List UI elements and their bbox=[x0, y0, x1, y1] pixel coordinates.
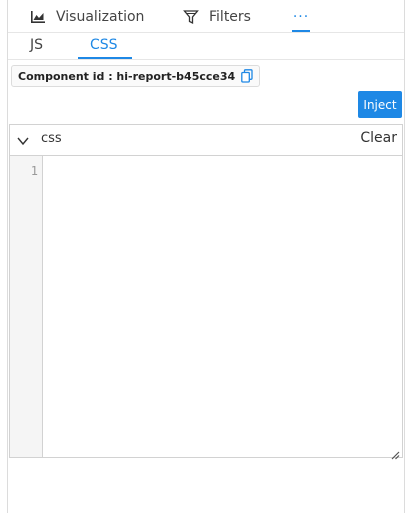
properties-panel: Visualization Filters ··· JS CSS Compone… bbox=[7, 0, 405, 513]
more-tabs-button[interactable]: ··· bbox=[293, 6, 309, 28]
clear-button[interactable]: Clear bbox=[360, 130, 397, 146]
top-tabs: Visualization Filters ··· bbox=[8, 0, 404, 32]
chart-icon bbox=[30, 9, 46, 25]
chevron-down-icon[interactable] bbox=[16, 133, 30, 147]
line-number-gutter: 1 bbox=[10, 156, 43, 457]
tab-filters-label: Filters bbox=[209, 9, 251, 25]
resize-handle-icon[interactable] bbox=[390, 445, 400, 460]
editor-language-label: css bbox=[41, 131, 62, 146]
inject-button[interactable]: Inject bbox=[358, 91, 402, 118]
tab-filters[interactable]: Filters bbox=[183, 6, 251, 28]
component-id-chip: Component id : hi-report-b45cce34 bbox=[11, 65, 261, 87]
tab-visualization[interactable]: Visualization bbox=[30, 6, 144, 28]
component-id-label: Component id : hi-report-b45cce34 bbox=[18, 69, 236, 83]
tab-visualization-label: Visualization bbox=[56, 9, 145, 25]
code-input[interactable] bbox=[43, 156, 402, 457]
filter-icon bbox=[183, 9, 199, 25]
line-number: 1 bbox=[30, 164, 38, 178]
code-tabs: JS CSS bbox=[8, 33, 404, 59]
editor-header: css Clear bbox=[10, 125, 402, 156]
more-icon: ··· bbox=[292, 9, 310, 25]
tab-js[interactable]: JS bbox=[30, 37, 43, 53]
tab-css[interactable]: CSS bbox=[90, 37, 118, 53]
css-editor: css Clear 1 bbox=[9, 124, 403, 460]
divider bbox=[8, 59, 404, 60]
copy-icon[interactable] bbox=[241, 69, 253, 83]
